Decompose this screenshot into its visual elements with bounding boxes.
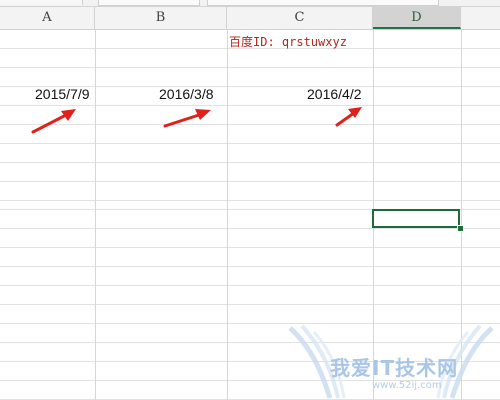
watermark-url: www.52ij.com — [372, 380, 442, 391]
row-divider — [0, 200, 500, 201]
column-header-c[interactable]: C — [227, 7, 373, 29]
column-header-a[interactable]: A — [0, 7, 95, 29]
fill-handle[interactable] — [457, 225, 464, 232]
row-divider — [0, 67, 500, 68]
row-divider — [0, 266, 500, 267]
active-cell-selection[interactable] — [372, 209, 460, 228]
toolbar-segment — [207, 0, 439, 6]
cell-c1-note[interactable]: 百度ID: qrstuwxyz — [229, 33, 347, 50]
column-divider — [95, 29, 96, 400]
column-header-e[interactable] — [461, 7, 500, 29]
column-divider — [227, 29, 228, 400]
toolbar-segment — [0, 0, 83, 5]
row-divider — [0, 304, 500, 305]
row-divider — [0, 181, 500, 182]
row-divider — [0, 247, 500, 248]
row-divider — [0, 285, 500, 286]
watermark-title: 我爱IT技术网 — [330, 356, 459, 380]
spreadsheet: A B C D 百度ID: qrstuwxyz 2015/7/9 2016/3/… — [0, 0, 500, 400]
cell-a-date[interactable]: 2015/7/9 — [35, 86, 90, 102]
red-arrow-icon — [335, 107, 362, 127]
red-arrow-icon — [31, 109, 76, 134]
toolbar-strip — [0, 0, 500, 7]
red-arrow-icon — [163, 109, 211, 128]
cell-c-date[interactable]: 2016/4/2 — [307, 86, 362, 102]
column-header-row: A B C D — [0, 7, 500, 30]
toolbar-segment — [98, 0, 200, 6]
row-divider — [0, 162, 500, 163]
cell-b-date[interactable]: 2016/3/8 — [159, 86, 214, 102]
row-divider — [0, 143, 500, 144]
column-header-d[interactable]: D — [373, 7, 461, 29]
row-divider — [0, 228, 500, 229]
column-header-b[interactable]: B — [95, 7, 227, 29]
